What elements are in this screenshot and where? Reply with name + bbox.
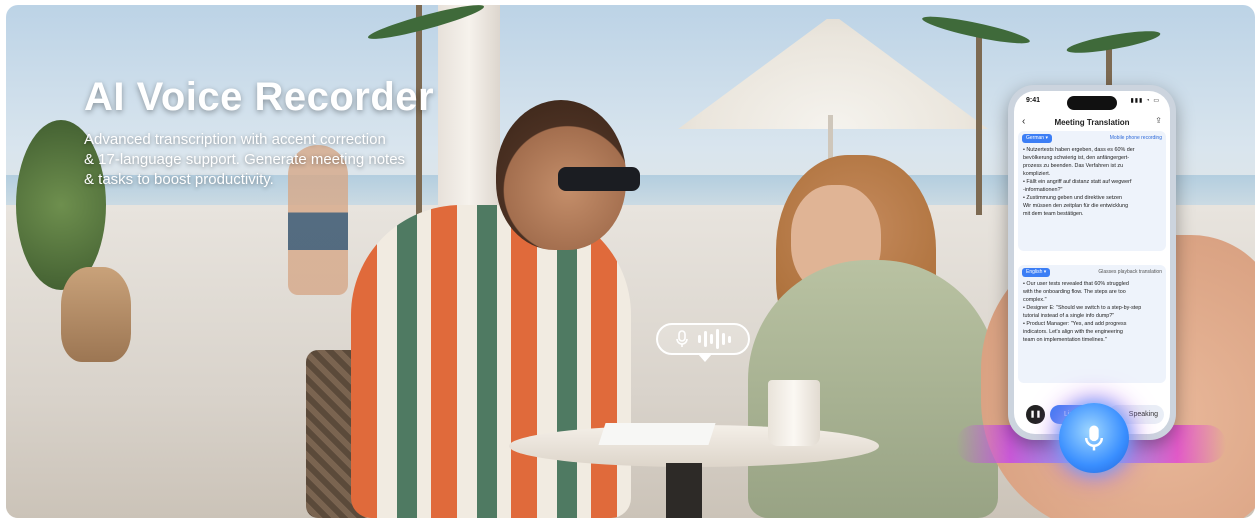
transcript-line: Wir müssen den zeitplan für die entwickl… <box>1023 203 1129 209</box>
man-in-striped-shirt <box>351 205 631 518</box>
language-label: English <box>1026 269 1043 275</box>
phone-title: Meeting Translation <box>1054 118 1130 127</box>
subheadline-line: & tasks to boost productivity. <box>84 171 274 188</box>
translation-line: • Product Manager: "Yes, and add progres… <box>1023 321 1127 327</box>
translation-panel: English ▾ Glasses playback translation •… <box>1018 265 1166 383</box>
translation-line: • Designer E: "Should we switch to a ste… <box>1023 305 1142 311</box>
signal-battery-icon: ▮▮▮ ◔ ▭ <box>1130 98 1160 104</box>
translation-line: complex." <box>1023 297 1047 303</box>
palm-trunk <box>416 5 422 235</box>
transcript-line: -informationen?" <box>1023 187 1063 193</box>
microphone-icon <box>1084 425 1104 451</box>
language-label: German <box>1026 135 1045 141</box>
transcript-line: • Zustimmung geben und direktive setzen <box>1023 195 1122 201</box>
voice-bubble <box>656 323 750 362</box>
smart-glasses <box>558 167 640 191</box>
transcript-line: kompliziert. <box>1023 171 1051 177</box>
hero-banner: AI Voice Recorder Advanced transcription… <box>6 5 1255 518</box>
beach-umbrella <box>678 19 988 129</box>
subheadline-line: Advanced transcription with accent corre… <box>84 131 386 148</box>
pause-button[interactable]: ❚❚ <box>1026 405 1045 424</box>
glowing-mic-button[interactable] <box>1059 403 1129 473</box>
language-chip-english[interactable]: English ▾ <box>1022 268 1051 277</box>
source-lines: • Nutzertests haben ergeben, dass es 60%… <box>1023 146 1161 218</box>
phone-header: ‹ Meeting Translation ⇪ <box>1014 115 1170 131</box>
translation-line: with the onboarding flow. The steps are … <box>1023 289 1126 295</box>
phone-screen: 9:41 ▮▮▮ ◔ ▭ ‹ Meeting Translation ⇪ Ger… <box>1014 91 1170 434</box>
source-transcript-panel: German ▾ Mobile phone recording • Nutzer… <box>1018 131 1166 251</box>
dynamic-island <box>1067 96 1117 110</box>
translation-line: tutorial instead of a single info dump?" <box>1023 313 1115 319</box>
transcript-line: mit dem team bestätigen. <box>1023 211 1084 217</box>
palm-leaf <box>1065 26 1162 58</box>
transcript-line: • Fällt ein angriff auf distanz statt au… <box>1023 179 1132 185</box>
translation-lines: • Our user tests revealed that 60% strug… <box>1023 280 1161 344</box>
status-time: 9:41 <box>1026 97 1041 104</box>
notes-paper <box>598 423 716 445</box>
table-leg <box>666 463 702 518</box>
transcript-line: bevölkerung schwierig ist, den anfängerg… <box>1023 155 1130 161</box>
share-icon[interactable]: ⇪ <box>1155 116 1162 125</box>
translation-line: team on implementation timelines." <box>1023 337 1107 343</box>
subheadline-line: & 17-language support. Generate meeting … <box>84 151 406 168</box>
translation-line: indicators. Let's align with the enginee… <box>1023 329 1123 335</box>
subheadline: Advanced transcription with accent corre… <box>84 130 464 190</box>
recording-mode-tag: Mobile phone recording <box>1109 135 1162 141</box>
coffee-cup <box>768 380 820 446</box>
plant-pot <box>61 267 131 362</box>
language-chip-german[interactable]: German ▾ <box>1022 134 1052 143</box>
microphone-icon <box>675 330 688 347</box>
translation-line: • Our user tests revealed that 60% strug… <box>1023 281 1129 287</box>
playback-mode-tag: Glasses playback translation <box>1098 269 1162 275</box>
transcript-line: • Nutzertests haben ergeben, dass es 60%… <box>1023 147 1135 153</box>
audio-wave-icon <box>697 329 731 349</box>
headline: AI Voice Recorder <box>84 75 435 119</box>
transcript-line: prozess zu beenden. Das Verfahren ist zu <box>1023 163 1124 169</box>
palm-trunk <box>976 25 982 215</box>
